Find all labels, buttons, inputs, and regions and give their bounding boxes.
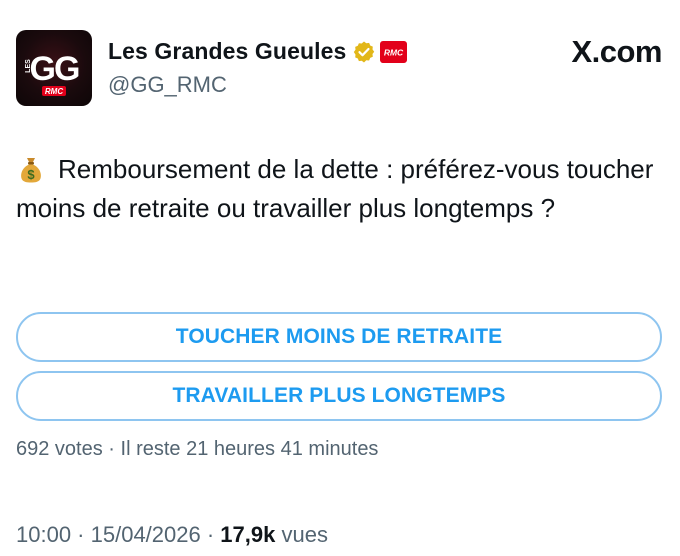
- avatar-rmc-text: RMC: [45, 87, 63, 96]
- poll-meta: 692 votes · Il reste 21 heures 41 minute…: [16, 438, 378, 461]
- rmc-badge-text: RMC: [384, 47, 404, 57]
- tweet-header: GG LES RMC Les Grandes Gueules RMC @GG_R…: [16, 28, 664, 110]
- poll-option-label: TOUCHER MOINS DE RETRAITE: [175, 325, 503, 348]
- timestamp-separator: ·: [71, 522, 91, 547]
- poll-meta-separator: ·: [102, 438, 121, 460]
- views-label: vues: [275, 522, 328, 547]
- tweet-date[interactable]: 15/04/2026: [91, 522, 201, 547]
- poll-time-remaining: Il reste 21 heures 41 minutes: [120, 438, 379, 460]
- svg-text:$: $: [27, 167, 35, 182]
- x-logo[interactable]: X.com: [571, 34, 662, 70]
- user-handle[interactable]: @GG_RMC: [108, 72, 227, 98]
- display-name[interactable]: Les Grandes Gueules: [108, 38, 346, 65]
- avatar-les-text: LES: [25, 59, 32, 73]
- tweet-text: Remboursement de la dette : préférez-vou…: [16, 154, 654, 223]
- rmc-affiliate-badge-icon[interactable]: RMC: [380, 40, 408, 63]
- tweet-time[interactable]: 10:00: [16, 522, 71, 547]
- avatar-gg-text: GG: [30, 50, 79, 88]
- timestamp-separator-2: ·: [200, 522, 221, 547]
- money-bag-icon: $: [21, 158, 41, 183]
- verified-badge-icon[interactable]: [352, 40, 376, 64]
- poll-option-2[interactable]: TRAVAILLER PLUS LONGTEMPS: [16, 371, 662, 421]
- display-name-row: Les Grandes Gueules RMC: [108, 38, 408, 65]
- gg-logo-icon: GG LES RMC: [25, 50, 81, 96]
- poll-option-1[interactable]: TOUCHER MOINS DE RETRAITE: [16, 312, 662, 362]
- poll-votes: 692 votes: [16, 438, 103, 460]
- tweet-body: $ Remboursement de la dette : préférez-v…: [16, 150, 656, 228]
- avatar[interactable]: GG LES RMC: [16, 30, 92, 106]
- poll-option-label: TRAVAILLER PLUS LONGTEMPS: [172, 384, 506, 407]
- views-count: 17,9k: [220, 522, 276, 547]
- tweet-timestamp: 10:00 · 15/04/2026 · 17,9k vues: [16, 522, 328, 548]
